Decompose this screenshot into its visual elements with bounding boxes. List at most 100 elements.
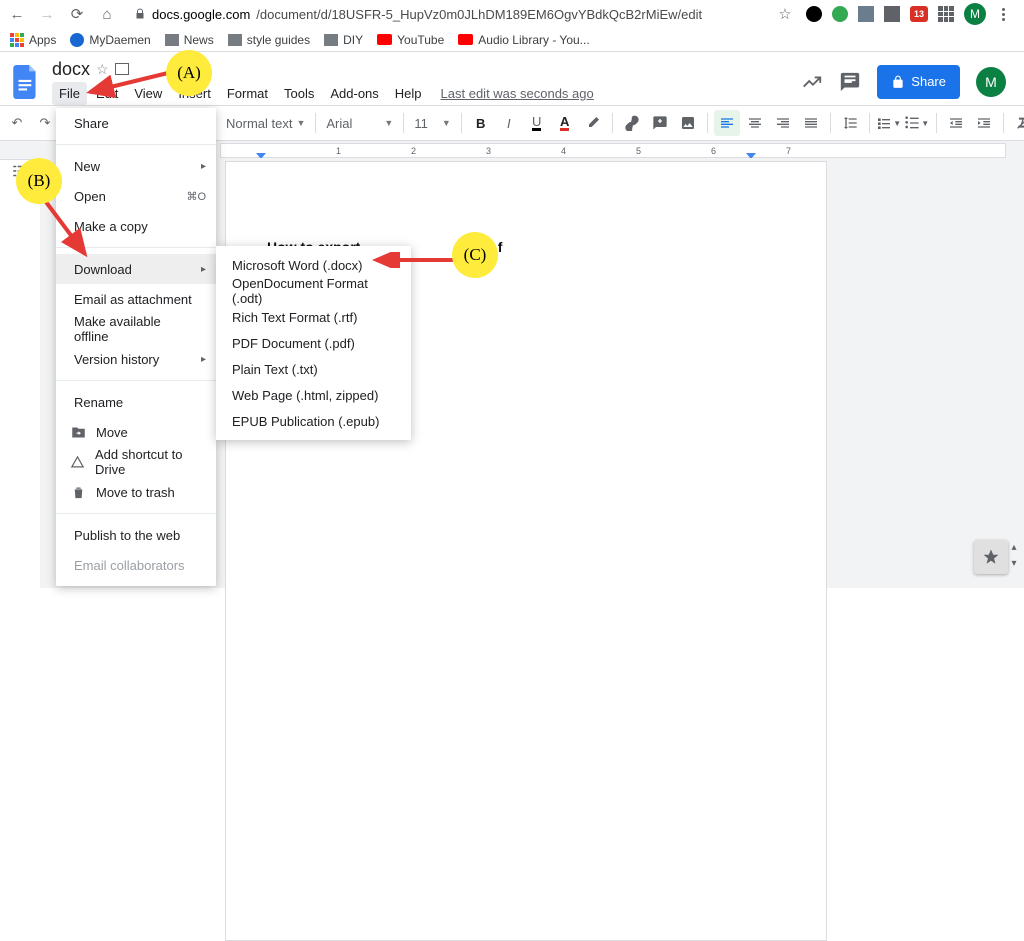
move-folder-icon[interactable]	[115, 63, 129, 75]
explore-button[interactable]	[974, 540, 1008, 574]
activity-icon[interactable]	[801, 71, 823, 93]
trash-icon	[70, 484, 86, 500]
undo-icon[interactable]: ↶	[4, 110, 30, 136]
account-avatar[interactable]: M	[976, 67, 1006, 97]
share-label: Share	[911, 74, 946, 89]
apps-grid-icon	[10, 33, 24, 47]
file-version-history[interactable]: Version history▸	[56, 344, 216, 374]
paragraph-style[interactable]: Normal text▼	[222, 110, 309, 136]
doc-title[interactable]: docx	[52, 59, 90, 80]
download-txt[interactable]: Plain Text (.txt)	[216, 356, 411, 382]
lock-icon	[891, 75, 905, 89]
submenu-arrow-icon: ▸	[201, 354, 206, 365]
last-edit-link[interactable]: Last edit was seconds ago	[441, 86, 594, 101]
font-size[interactable]: 11▼	[410, 110, 454, 136]
file-new[interactable]: New▸	[56, 151, 216, 181]
apps-shortcut[interactable]: Apps	[10, 33, 56, 47]
file-trash[interactable]: Move to trash	[56, 477, 216, 507]
ext-badge[interactable]: 13	[910, 6, 928, 22]
checklist-icon[interactable]: ▼	[876, 110, 902, 136]
align-right-icon[interactable]	[770, 110, 796, 136]
menu-tools[interactable]: Tools	[277, 82, 321, 105]
file-email-attachment[interactable]: Email as attachment	[56, 284, 216, 314]
align-center-icon[interactable]	[742, 110, 768, 136]
ext-icon-4[interactable]	[884, 6, 900, 22]
align-justify-icon[interactable]	[798, 110, 824, 136]
file-download[interactable]: Download▸	[56, 254, 216, 284]
ext-icon-2[interactable]	[832, 6, 848, 22]
bookmark-star-icon[interactable]: ☆	[776, 5, 794, 23]
redo-icon[interactable]: ↷	[32, 110, 58, 136]
nav-forward-icon[interactable]: →	[38, 6, 56, 23]
star-icon[interactable]: ☆	[96, 61, 109, 78]
bookmark-item[interactable]: Audio Library - You...	[458, 33, 589, 47]
line-spacing-icon[interactable]	[837, 110, 863, 136]
nav-home-icon[interactable]: ⌂	[98, 6, 116, 23]
bookmark-item[interactable]: DIY	[324, 33, 363, 47]
bullet-list-icon[interactable]: ▼	[904, 110, 930, 136]
nav-reload-icon[interactable]: ⟳	[68, 5, 86, 23]
docs-logo[interactable]	[8, 64, 44, 100]
file-move[interactable]: Move	[56, 417, 216, 447]
menu-edit[interactable]: Edit	[89, 82, 125, 105]
bold-icon[interactable]: B	[468, 110, 494, 136]
menu-separator	[56, 247, 216, 248]
file-rename[interactable]: Rename	[56, 387, 216, 417]
browser-menu-icon[interactable]	[996, 8, 1010, 21]
download-epub[interactable]: EPUB Publication (.epub)	[216, 408, 411, 434]
youtube-icon	[458, 34, 473, 45]
insert-link-icon[interactable]	[619, 110, 645, 136]
menu-format[interactable]: Format	[220, 82, 275, 105]
download-rtf[interactable]: Rich Text Format (.rtf)	[216, 304, 411, 330]
file-available-offline[interactable]: Make available offline	[56, 314, 216, 344]
ruler[interactable]: 1 2 3 4 5 6 7	[220, 143, 1006, 158]
text-color-icon[interactable]: A	[552, 110, 578, 136]
comments-icon[interactable]	[839, 71, 861, 93]
bookmark-item[interactable]: YouTube	[377, 33, 444, 47]
annotation-b: (B)	[16, 158, 62, 204]
omnibox[interactable]: docs.google.com/document/d/18USFR-5_HupV…	[128, 2, 764, 26]
bookmarks-bar: Apps MyDaemen News style guides DIY YouT…	[0, 28, 1024, 52]
font-family[interactable]: Arial▼	[322, 110, 397, 136]
underline-icon[interactable]: U	[524, 110, 550, 136]
ext-icon-1[interactable]	[806, 6, 822, 22]
menu-help[interactable]: Help	[388, 82, 429, 105]
download-odt[interactable]: OpenDocument Format (.odt)	[216, 278, 411, 304]
italic-icon[interactable]: I	[496, 110, 522, 136]
menu-addons[interactable]: Add-ons	[323, 82, 385, 105]
file-open[interactable]: Open⌘O	[56, 181, 216, 211]
file-make-copy[interactable]: Make a copy	[56, 211, 216, 241]
file-publish[interactable]: Publish to the web	[56, 520, 216, 550]
nav-back-icon[interactable]: ←	[8, 6, 26, 23]
drive-shortcut-icon	[70, 454, 85, 470]
menu-view[interactable]: View	[127, 82, 169, 105]
scroll-down-icon[interactable]: ▾	[1007, 556, 1021, 570]
insert-comment-icon[interactable]	[647, 110, 673, 136]
download-pdf[interactable]: PDF Document (.pdf)	[216, 330, 411, 356]
scroll-up-icon[interactable]: ▴	[1007, 540, 1021, 554]
clear-format-icon[interactable]	[1010, 110, 1024, 136]
apps-label: Apps	[29, 33, 56, 47]
highlight-icon[interactable]	[580, 110, 606, 136]
ext-icon-5[interactable]	[938, 6, 954, 22]
file-share[interactable]: Share	[56, 108, 216, 138]
globe-icon	[70, 33, 84, 47]
download-docx[interactable]: Microsoft Word (.docx)	[216, 252, 411, 278]
outdent-icon[interactable]	[943, 110, 969, 136]
menu-file[interactable]: File	[52, 82, 87, 105]
file-add-shortcut[interactable]: Add shortcut to Drive	[56, 447, 216, 477]
browser-profile-avatar[interactable]: M	[964, 3, 986, 25]
bookmark-item[interactable]: MyDaemen	[70, 33, 150, 47]
insert-image-icon[interactable]	[675, 110, 701, 136]
download-html[interactable]: Web Page (.html, zipped)	[216, 382, 411, 408]
indent-icon[interactable]	[971, 110, 997, 136]
share-button[interactable]: Share	[877, 65, 960, 99]
header-actions: Share M	[801, 65, 1016, 99]
bookmark-item[interactable]: style guides	[228, 33, 310, 47]
extension-tray: 13 M	[806, 3, 1016, 25]
bookmark-item[interactable]: News	[165, 33, 214, 47]
shortcut-label: ⌘O	[186, 190, 206, 203]
ext-icon-3[interactable]	[858, 6, 874, 22]
menubar: File Edit View Insert Format Tools Add-o…	[52, 82, 594, 105]
align-left-icon[interactable]	[714, 110, 740, 136]
